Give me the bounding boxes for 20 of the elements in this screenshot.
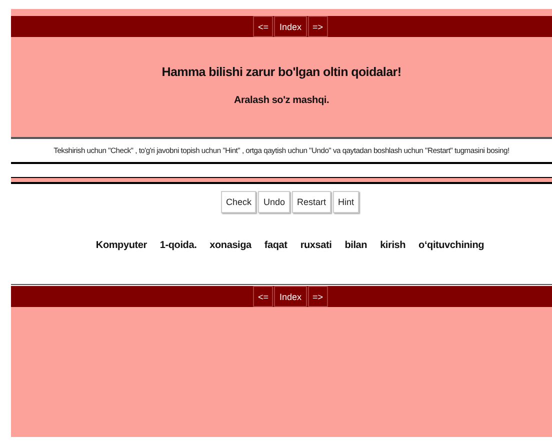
nav-link[interactable]: => bbox=[308, 286, 328, 307]
page-title: Hamma bilishi zarur bo'lgan oltin qoidalar! bbox=[162, 65, 402, 79]
action-button[interactable]: Undo bbox=[258, 191, 290, 213]
word-tile[interactable]: kirish bbox=[380, 240, 406, 251]
nav-link[interactable]: <= bbox=[252, 16, 274, 37]
word-tile[interactable]: xonasiga bbox=[210, 240, 252, 251]
word-tile[interactable]: Kompyuter bbox=[96, 240, 147, 251]
nav-link[interactable]: Index bbox=[274, 286, 307, 307]
page-subtitle: Aralash so'z mashqi. bbox=[234, 95, 330, 106]
word-tile[interactable]: faqat bbox=[264, 240, 288, 251]
nav-link[interactable]: Index bbox=[274, 16, 307, 37]
action-button[interactable]: Restart bbox=[292, 191, 332, 213]
nav-link[interactable]: => bbox=[308, 16, 328, 37]
word-tile[interactable]: ruxsati bbox=[300, 240, 332, 251]
nav-link[interactable]: <= bbox=[252, 286, 274, 307]
word-tile[interactable]: 1-qoida. bbox=[160, 240, 197, 251]
action-button[interactable]: Hint bbox=[333, 191, 360, 213]
action-button[interactable]: Check bbox=[220, 191, 256, 213]
word-tile[interactable]: bilan bbox=[344, 240, 368, 251]
word-tile[interactable]: o‘qituvchining bbox=[418, 240, 484, 251]
